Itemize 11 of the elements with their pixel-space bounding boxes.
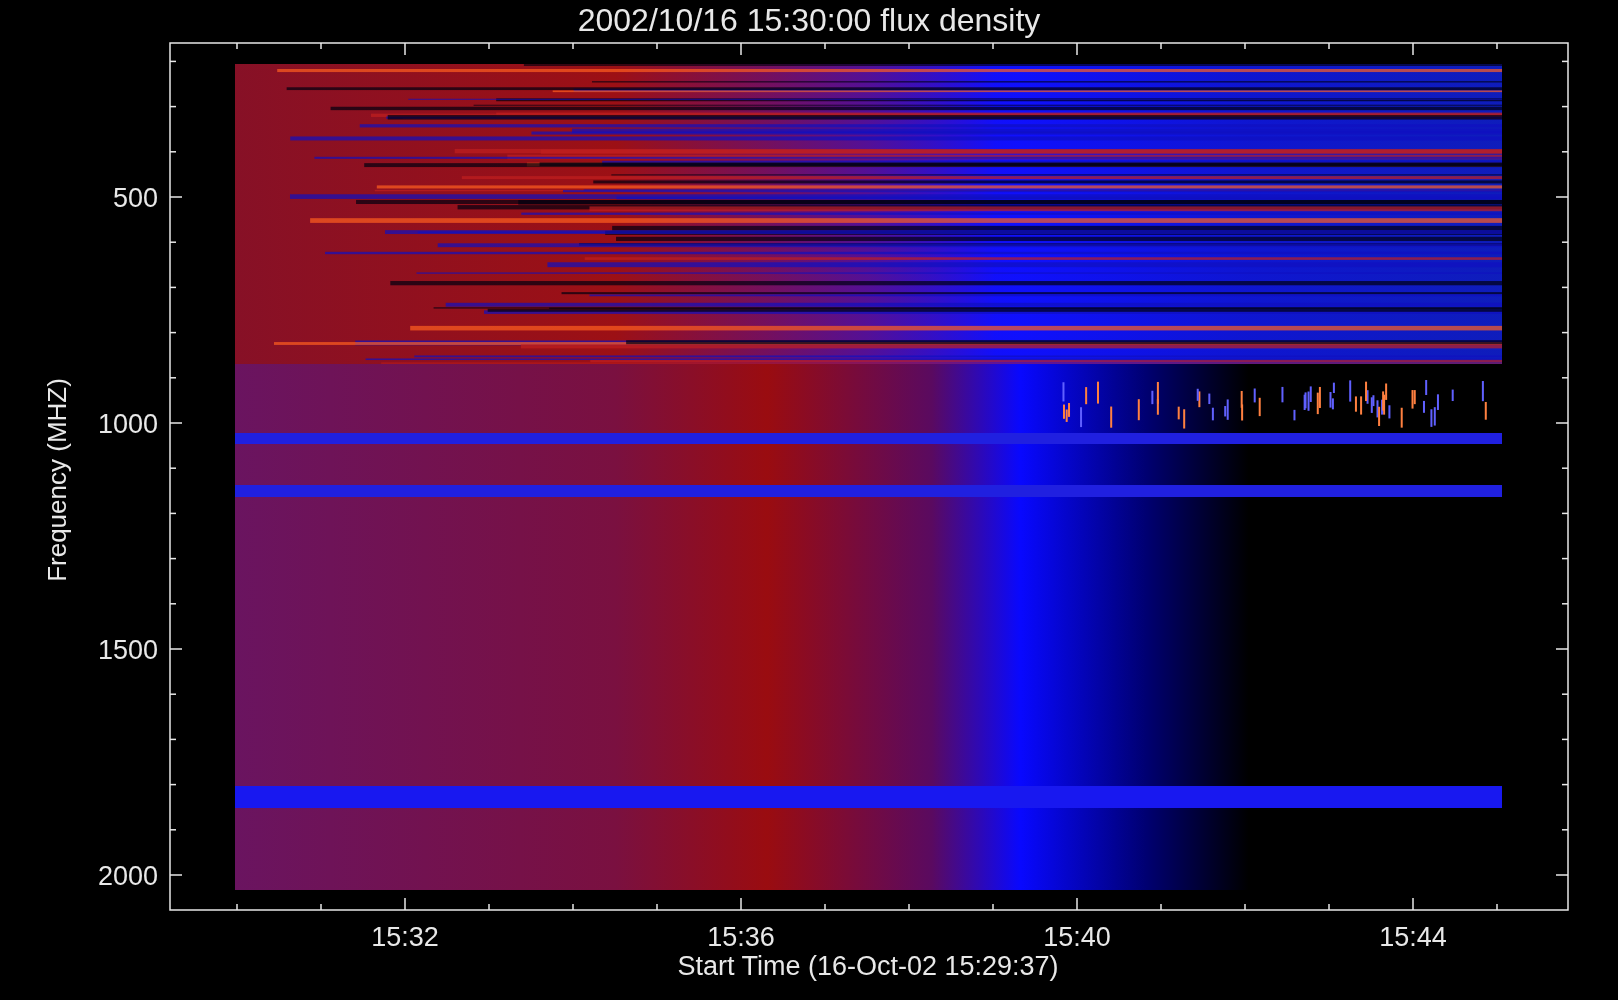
- x-axis-label: Start Time (16-Oct-02 15:29:37): [677, 951, 1059, 981]
- y-tick-label: 1000: [97, 409, 158, 439]
- y-tick-label: 1500: [97, 635, 158, 665]
- y-axis-label: Frequency (MHZ): [42, 378, 72, 582]
- y-tick-label: 2000: [97, 861, 158, 891]
- x-tick-label: 15:32: [371, 922, 439, 952]
- y-tick-label: 500: [112, 183, 158, 213]
- chart-title: 2002/10/16 15:30:00 flux density: [577, 2, 1041, 38]
- x-tick-label: 15:40: [1043, 922, 1111, 952]
- x-tick-label: 15:44: [1379, 922, 1447, 952]
- x-tick-label: 15:36: [707, 922, 775, 952]
